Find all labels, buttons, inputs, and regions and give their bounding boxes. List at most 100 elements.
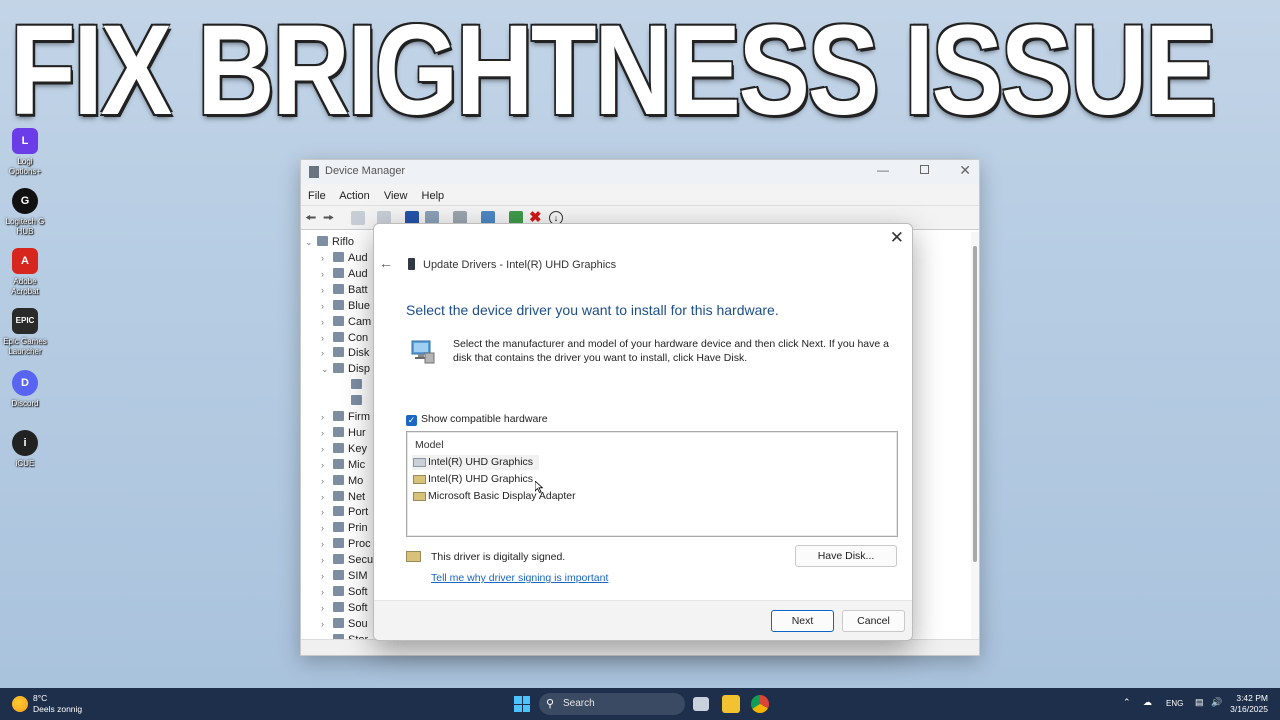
- chevron-right-icon[interactable]: ›: [321, 266, 333, 282]
- driver-signing-link[interactable]: Tell me why driver signing is important: [431, 572, 608, 584]
- model-item[interactable]: Intel(R) UHD Graphics: [412, 472, 539, 487]
- desktop-icon-epic-games[interactable]: EPIC Epic Games Launcher: [2, 308, 48, 357]
- device-manager-titlebar[interactable]: Device Manager — ✕: [301, 160, 979, 184]
- adobe-acrobat-icon: A: [12, 248, 38, 274]
- file-explorer-icon[interactable]: [722, 695, 740, 713]
- chevron-right-icon[interactable]: ›: [321, 409, 333, 425]
- clock[interactable]: 3:42 PM 3/16/2025: [1230, 693, 1268, 715]
- chevron-right-icon[interactable]: ›: [321, 473, 333, 489]
- tree-root[interactable]: ⌄ Riflo: [305, 234, 354, 250]
- tree-category[interactable]: › Aud: [321, 250, 368, 266]
- model-item[interactable]: Intel(R) UHD Graphics: [412, 455, 540, 470]
- tree-category[interactable]: › Cam: [321, 314, 371, 330]
- chevron-right-icon[interactable]: ›: [321, 250, 333, 266]
- tree-category[interactable]: › Soft: [321, 584, 368, 600]
- model-list[interactable]: Model Intel(R) UHD Graphics Intel(R) UHD…: [406, 431, 898, 537]
- back-arrow-icon[interactable]: 🠘: [305, 209, 319, 225]
- back-arrow-icon[interactable]: ←: [379, 255, 393, 271]
- have-disk-button[interactable]: Have Disk...: [795, 545, 897, 567]
- tree-category[interactable]: › Mo: [321, 473, 363, 489]
- menu-action[interactable]: Action: [339, 190, 370, 202]
- chevron-right-icon[interactable]: ›: [321, 298, 333, 314]
- tree-category[interactable]: › Disk: [321, 345, 369, 361]
- chevron-right-icon[interactable]: ›: [321, 441, 333, 457]
- chevron-down-icon[interactable]: ⌄: [321, 361, 333, 377]
- tree-category[interactable]: › Con: [321, 330, 368, 346]
- chevron-right-icon[interactable]: ›: [321, 616, 333, 632]
- model-item[interactable]: Microsoft Basic Display Adapter: [412, 489, 582, 504]
- desktop-icon-discord[interactable]: D Discord: [2, 370, 48, 409]
- tree-scrollbar[interactable]: [971, 232, 979, 640]
- chevron-right-icon[interactable]: ›: [321, 520, 333, 536]
- tree-category[interactable]: › Secu: [321, 552, 373, 568]
- desktop-icon-adobe-acrobat[interactable]: A Adobe Acrobat: [2, 248, 48, 297]
- start-button[interactable]: [514, 696, 530, 712]
- chevron-right-icon[interactable]: ›: [321, 568, 333, 584]
- device-category-icon: [333, 538, 344, 549]
- tree-category[interactable]: › Hur: [321, 425, 366, 441]
- chevron-right-icon[interactable]: ›: [321, 345, 333, 361]
- menu-bar: File Action View Help: [301, 184, 979, 206]
- volume-icon[interactable]: 🔊: [1211, 697, 1222, 708]
- weather-icon[interactable]: [12, 696, 28, 712]
- tree-category[interactable]: › Blue: [321, 298, 370, 314]
- chrome-icon[interactable]: [751, 695, 769, 713]
- desktop-icon-logitech-g-hub[interactable]: G Logitech G HUB: [2, 188, 48, 237]
- chevron-right-icon[interactable]: ›: [321, 584, 333, 600]
- chevron-down-icon[interactable]: ⌄: [305, 234, 317, 250]
- tree-item-display-adapter[interactable]: [351, 393, 366, 409]
- tree-category[interactable]: › Soft: [321, 600, 368, 616]
- chevron-right-icon[interactable]: ›: [321, 282, 333, 298]
- menu-file[interactable]: File: [308, 190, 326, 202]
- chevron-up-icon[interactable]: ⌃: [1123, 697, 1131, 708]
- tree-category[interactable]: › Port: [321, 504, 368, 520]
- cancel-button[interactable]: Cancel: [842, 610, 905, 632]
- forward-arrow-icon[interactable]: 🠚: [323, 209, 337, 225]
- tree-category[interactable]: › Proc: [321, 536, 371, 552]
- weather-widget[interactable]: 8°C Deels zonnig: [33, 693, 82, 715]
- taskbar-search[interactable]: ⚲ Search: [539, 693, 685, 715]
- task-view-icon[interactable]: [693, 697, 709, 711]
- menu-help[interactable]: Help: [422, 190, 445, 202]
- chevron-right-icon[interactable]: ›: [321, 504, 333, 520]
- tree-category[interactable]: › Net: [321, 489, 365, 505]
- properties-icon[interactable]: [351, 211, 365, 225]
- chevron-right-icon[interactable]: ›: [321, 330, 333, 346]
- maximize-button[interactable]: [920, 165, 929, 174]
- tree-category[interactable]: ⌄ Disp: [321, 361, 370, 377]
- device-category-icon: [333, 331, 344, 342]
- tree-item-display-adapter[interactable]: [351, 377, 366, 393]
- chevron-right-icon[interactable]: ›: [321, 489, 333, 505]
- language-indicator[interactable]: ENG: [1166, 699, 1183, 708]
- tree-category[interactable]: › Mic: [321, 457, 365, 473]
- checkbox-checked-icon[interactable]: ✓: [406, 415, 417, 426]
- tree-category[interactable]: › Aud: [321, 266, 368, 282]
- dialog-close-button[interactable]: ✕: [890, 228, 904, 248]
- desktop-icon-icue[interactable]: i iCUE: [2, 430, 48, 469]
- tree-category[interactable]: › Sou: [321, 616, 368, 632]
- next-button[interactable]: Next: [771, 610, 834, 632]
- window-close-button[interactable]: ✕: [959, 162, 971, 179]
- desktop-icon-logi-options[interactable]: L Logi Options+: [2, 128, 48, 177]
- mouse-cursor-icon: [535, 481, 543, 493]
- tree-category[interactable]: › Key: [321, 441, 367, 457]
- chevron-right-icon[interactable]: ›: [321, 457, 333, 473]
- tree-category[interactable]: › Prin: [321, 520, 368, 536]
- show-compatible-checkbox[interactable]: ✓ Show compatible hardware: [406, 413, 548, 426]
- cloud-icon[interactable]: ☁: [1143, 697, 1152, 708]
- uninstall-icon[interactable]: ✖: [529, 208, 543, 226]
- tree-category[interactable]: › Firm: [321, 409, 370, 425]
- chevron-right-icon[interactable]: ›: [321, 552, 333, 568]
- chevron-right-icon[interactable]: ›: [321, 600, 333, 616]
- tree-category[interactable]: › Batt: [321, 282, 368, 298]
- graphics-card-icon: [408, 258, 415, 270]
- tree-category[interactable]: › SIM: [321, 568, 368, 584]
- network-icon[interactable]: ▤: [1195, 697, 1204, 708]
- scrollbar-thumb[interactable]: [973, 246, 977, 562]
- chevron-right-icon[interactable]: ›: [321, 425, 333, 441]
- chevron-right-icon[interactable]: ›: [321, 314, 333, 330]
- menu-view[interactable]: View: [384, 190, 408, 202]
- search-icon: ⚲: [546, 698, 555, 710]
- minimize-button[interactable]: —: [877, 163, 889, 177]
- chevron-right-icon[interactable]: ›: [321, 536, 333, 552]
